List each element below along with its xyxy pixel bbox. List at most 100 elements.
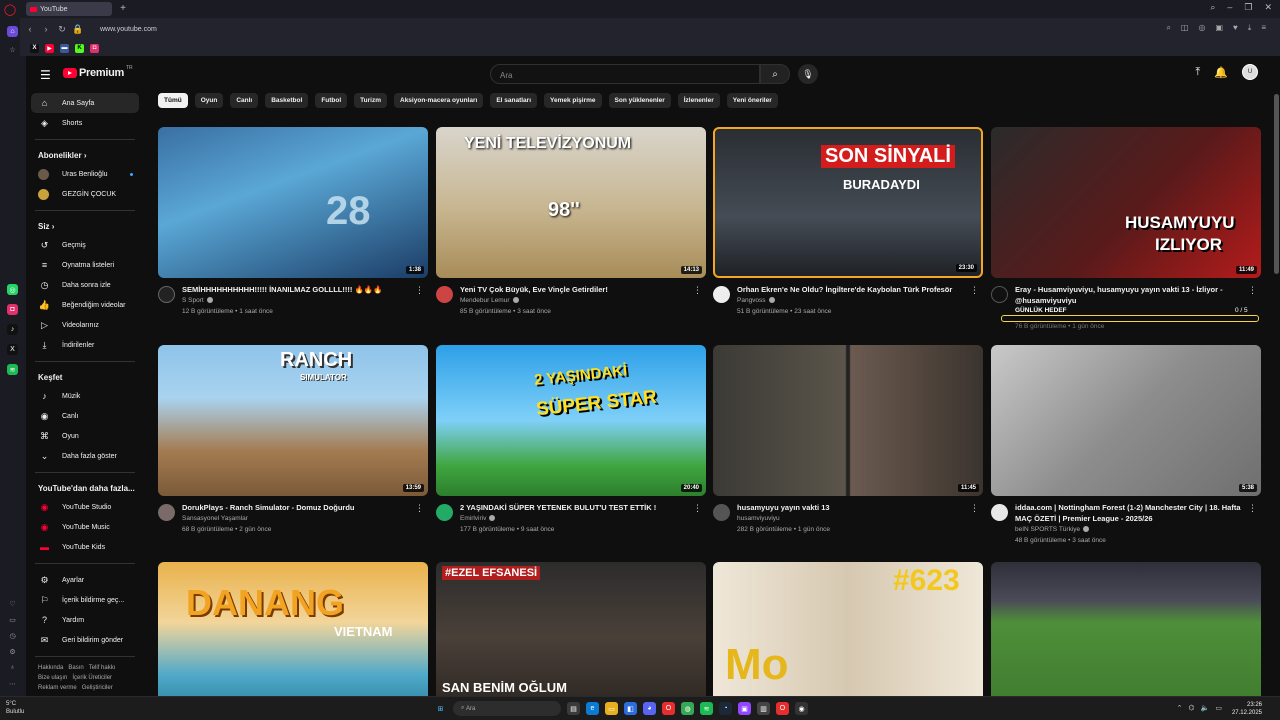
download-icon[interactable]: ⤓	[1248, 23, 1252, 33]
notifications-bell-icon[interactable]: 🔔	[1214, 66, 1228, 79]
video-title[interactable]: Eray - Husamviyuviyu, husamyuyu yayın va…	[1015, 285, 1243, 295]
chip-football[interactable]: Futbol	[315, 93, 348, 108]
channel-name[interactable]: Sansasyonel Yaşamlar	[182, 515, 248, 522]
camera-icon[interactable]: ◫	[1181, 23, 1189, 33]
chip-new-to-you[interactable]: Yeni öneriler	[726, 93, 778, 108]
sidebar-item-report-history[interactable]: ⚐ İçerik bildirme geç...	[31, 590, 139, 610]
spotify-icon[interactable]: ≋	[7, 364, 18, 375]
sidebar-item-history[interactable]: ↺ Geçmiş	[31, 235, 139, 255]
footer-link[interactable]: İçerik Üreticiler	[72, 675, 112, 681]
channel-avatar[interactable]	[713, 504, 730, 521]
sidebar-item-youtube-studio[interactable]: ◉ YouTube Studio	[31, 497, 139, 517]
bookmark-youtube-icon[interactable]: ▶	[45, 43, 54, 53]
scrollbar-thumb[interactable]	[1274, 94, 1279, 274]
snapshot-icon[interactable]: ◎	[1198, 23, 1205, 33]
settings-icon[interactable]: ⚙	[7, 646, 18, 657]
chip-live[interactable]: Canlı	[230, 93, 259, 108]
video-thumbnail[interactable]: #623 Mo	[713, 562, 983, 696]
sidebar-item-subscription[interactable]: GEZGİN ÇOCUK	[31, 184, 139, 204]
volume-icon[interactable]: 🔈	[1201, 704, 1210, 712]
video-title[interactable]: husamyuyu yayın vakti 13	[737, 503, 965, 513]
video-title[interactable]: iddaa.com | Nottingham Forest (1-2) Manc…	[1015, 503, 1243, 513]
more-options-icon[interactable]: ⋮	[970, 503, 979, 514]
you-heading[interactable]: Siz ›	[31, 217, 139, 235]
channel-name[interactable]: Emirlviriv	[460, 515, 496, 522]
sidebar-item-gaming[interactable]: ⌘ Oyun	[31, 426, 139, 446]
task-view-icon[interactable]: ▤	[567, 702, 580, 715]
edge-icon[interactable]: e	[586, 702, 599, 715]
maximize-button[interactable]: ❐	[1244, 2, 1252, 13]
page-scrollbar[interactable]	[1272, 90, 1280, 696]
channel-name[interactable]: husamviyuviyu	[737, 515, 780, 522]
chip-cooking[interactable]: Yemek pişirme	[544, 93, 602, 108]
more-icon[interactable]: ⋯	[7, 678, 18, 689]
channel-avatar[interactable]	[436, 504, 453, 521]
channel-name[interactable]: Mendebur Lemur	[460, 297, 519, 304]
channel-name[interactable]: S Sport	[182, 297, 213, 304]
chip-action-adventure[interactable]: Aksiyon-macera oyunları	[394, 93, 484, 108]
whatsapp-icon[interactable]: ◎	[7, 284, 18, 295]
video-thumbnail[interactable]: YENİ TELEVİZYONUM 98'' 14:13	[436, 127, 706, 278]
wallet-icon[interactable]: ▣	[1215, 23, 1223, 33]
video-title[interactable]: DorukPlays - Ranch Simulator - Domuz Doğ…	[182, 503, 410, 513]
heart-icon[interactable]: ♡	[7, 598, 18, 609]
chip-recently-uploaded[interactable]: Son yüklenenler	[608, 93, 671, 108]
bookmark-kick-icon[interactable]: K	[75, 43, 84, 53]
chip-watched[interactable]: İzlenenler	[677, 93, 720, 108]
instagram-icon[interactable]: ◘	[7, 304, 18, 315]
chip-tourism[interactable]: Turizm	[354, 93, 387, 108]
sidebar-item-show-more[interactable]: ⌄ Daha fazla göster	[31, 446, 139, 466]
heart-icon[interactable]: ♥	[1233, 23, 1238, 33]
account-avatar[interactable]: U	[1242, 64, 1258, 80]
x-twitter-icon[interactable]: X	[7, 344, 18, 355]
back-arrow-icon[interactable]: ‹	[24, 24, 36, 34]
steam-icon[interactable]: ◔	[719, 702, 732, 715]
video-thumbnail[interactable]: 2 YAŞINDAKİ SÜPER STAR 20:40	[436, 345, 706, 496]
discord-icon[interactable]: ◕	[643, 702, 656, 715]
tiktok-icon[interactable]: ♪	[7, 324, 18, 335]
video-thumbnail[interactable]: RANCH SIMULATOR 13:59	[158, 345, 428, 496]
sidebar-item-settings[interactable]: ⚙ Ayarlar	[31, 570, 139, 590]
more-options-icon[interactable]: ⋮	[693, 285, 702, 296]
video-thumbnail[interactable]: 11:45	[713, 345, 983, 496]
sidebar-item-shorts[interactable]: ◈ Shorts	[31, 113, 139, 133]
video-thumbnail[interactable]: HUSAMYUYU IZLIYOR 11:49	[991, 127, 1261, 278]
forward-arrow-icon[interactable]: ›	[40, 24, 52, 34]
video-card[interactable]: #623 Mo	[713, 562, 983, 696]
footer-link[interactable]: Reklam verme	[38, 685, 77, 691]
video-title[interactable]: Orhan Ekren'e Ne Oldu? İngiltere'de Kayb…	[737, 285, 965, 295]
sidebar-item-live[interactable]: ◉ Canlı	[31, 406, 139, 426]
video-title[interactable]: SEMİHHHHHHHHHH!!!!! İNANILMAZ GOLLLL!!!!…	[182, 285, 410, 295]
video-card[interactable]: #EZEL EFSANESİ SAN BENİM OĞLUM	[436, 562, 706, 696]
video-thumbnail[interactable]: DANANG VIETNAM	[158, 562, 428, 696]
spotify-icon[interactable]: ≋	[700, 702, 713, 715]
chip-gaming[interactable]: Oyun	[194, 93, 224, 108]
footer-link[interactable]: Hakkında	[38, 665, 63, 671]
hamburger-menu-icon[interactable]: ☰	[40, 68, 51, 82]
minimize-button[interactable]: –	[1227, 2, 1232, 13]
history-icon[interactable]: ◷	[7, 630, 18, 641]
opera-icon[interactable]: O	[662, 702, 675, 715]
app-icon[interactable]: ▣	[738, 702, 751, 715]
more-options-icon[interactable]: ⋮	[693, 503, 702, 514]
search-input[interactable]	[491, 66, 759, 85]
channel-avatar[interactable]	[158, 504, 175, 521]
video-thumbnail[interactable]: 5:38	[991, 345, 1261, 496]
battery-icon[interactable]: ▭	[1215, 704, 1222, 712]
search-button[interactable]: ⌕	[760, 64, 790, 84]
sidebar-item-liked[interactable]: 👍 Beğendiğim videolar	[31, 295, 139, 315]
sidebar-item-music[interactable]: ♪ Müzik	[31, 386, 139, 406]
bookmark-x-icon[interactable]: X	[30, 43, 39, 53]
channel-name[interactable]: Pangvoss	[737, 297, 775, 304]
video-title-line2[interactable]: MAÇ ÖZETİ | Premier League - 2025/26	[1015, 514, 1243, 524]
channel-avatar[interactable]	[991, 504, 1008, 521]
home-speed-dial-icon[interactable]: ⌂	[7, 26, 18, 37]
close-window-button[interactable]: ✕	[1264, 2, 1272, 13]
sidebar-item-home[interactable]: ⌂ Ana Sayfa	[31, 93, 139, 113]
chip-all[interactable]: Tümü	[158, 93, 188, 108]
video-title[interactable]: 2 YAŞINDAKİ SÜPER YETENEK BULUT'U TEST E…	[460, 503, 688, 513]
footer-link[interactable]: Basın	[68, 665, 83, 671]
opera-gx-icon[interactable]: O	[776, 702, 789, 715]
channel-name[interactable]: beIN SPORTS Türkiye	[1015, 526, 1090, 533]
video-card[interactable]: DANANG VIETNAM	[158, 562, 428, 696]
